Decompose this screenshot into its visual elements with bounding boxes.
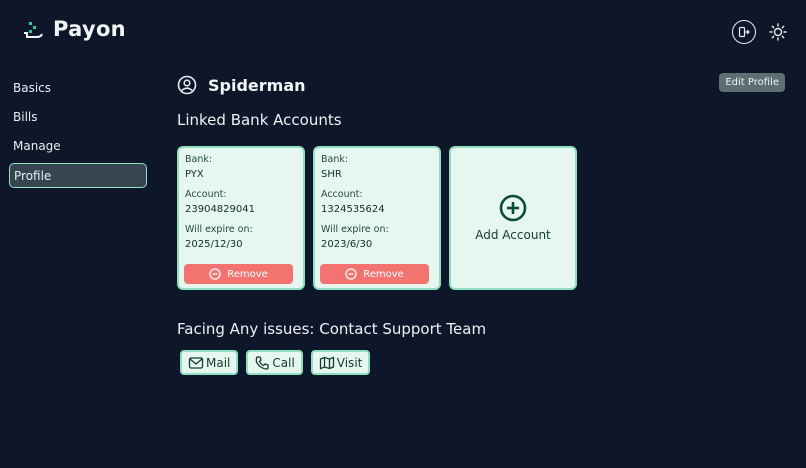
account-label: Account: [185, 189, 227, 200]
call-button[interactable]: Call [246, 350, 303, 375]
remove-account-button[interactable]: Remove [320, 264, 429, 284]
account-cards: Bank: PYX Account: 23904829041 Will expi… [177, 146, 787, 290]
bank-label: Bank: [321, 154, 349, 165]
edit-profile-button[interactable]: Edit Profile [719, 73, 785, 92]
bank-value: PYX [185, 169, 204, 180]
logo-icon [22, 20, 44, 42]
visit-label: Visit [336, 355, 363, 370]
remove-label: Remove [227, 268, 268, 280]
expire-value: 2023/6/30 [321, 239, 373, 250]
sidebar-item-bills[interactable]: Bills [9, 105, 147, 130]
top-bar: Payon [0, 0, 806, 64]
plus-circle-icon [499, 194, 527, 222]
mail-icon [188, 356, 204, 369]
bank-label: Bank: [185, 154, 213, 165]
sidebar: Basics Bills Manage Profile [9, 76, 147, 192]
account-label: Account: [321, 189, 363, 200]
account-value: 1324535624 [321, 204, 385, 215]
profile-header: Spiderman Edit Profile [177, 72, 787, 98]
account-card: Bank: PYX Account: 23904829041 Will expi… [177, 146, 305, 290]
main-content: Spiderman Edit Profile Linked Bank Accou… [177, 72, 787, 375]
minus-circle-icon [345, 268, 357, 280]
add-account-label: Add Account [475, 228, 551, 242]
add-account-card[interactable]: Add Account [449, 146, 577, 290]
sun-icon [769, 23, 787, 41]
theme-toggle-button[interactable] [766, 20, 790, 44]
profile-name: Spiderman [208, 75, 306, 95]
phone-icon [256, 355, 270, 370]
app-title: Payon [53, 17, 126, 41]
remove-label: Remove [363, 268, 404, 280]
expire-label: Will expire on: [321, 224, 389, 235]
minus-circle-icon [209, 268, 221, 280]
sidebar-item-profile[interactable]: Profile [9, 163, 147, 188]
logout-button[interactable] [732, 20, 756, 44]
bank-value: SHR [321, 169, 342, 180]
account-value: 23904829041 [185, 204, 255, 215]
sidebar-item-basics[interactable]: Basics [9, 76, 147, 101]
sidebar-item-manage[interactable]: Manage [9, 134, 147, 159]
expire-value: 2025/12/30 [185, 239, 243, 250]
support-actions: Mail Call Visit [177, 350, 787, 375]
mail-button[interactable]: Mail [180, 350, 239, 375]
remove-account-button[interactable]: Remove [184, 264, 293, 284]
user-icon [177, 75, 197, 95]
visit-button[interactable]: Visit [310, 350, 371, 375]
mail-label: Mail [206, 355, 231, 370]
map-icon [319, 356, 334, 369]
expire-label: Will expire on: [185, 224, 253, 235]
account-card: Bank: SHR Account: 1324535624 Will expir… [313, 146, 441, 290]
support-title: Facing Any issues: Contact Support Team [177, 320, 487, 338]
linked-accounts-title: Linked Bank Accounts [177, 111, 342, 129]
logout-icon [738, 26, 750, 38]
call-label: Call [272, 355, 295, 370]
